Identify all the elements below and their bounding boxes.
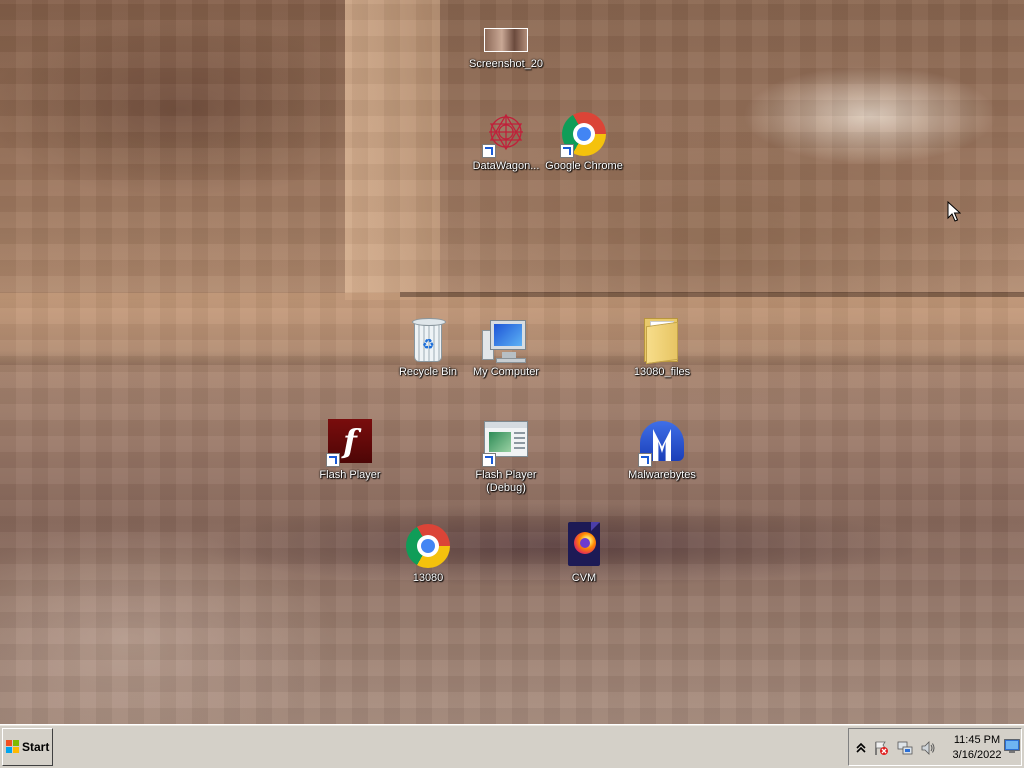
recycle-bin-icon: ♻ bbox=[404, 316, 452, 364]
image-file-icon bbox=[482, 22, 530, 56]
firefox-document-icon bbox=[560, 522, 608, 570]
desktop-icon-label: 13080_files bbox=[633, 366, 691, 378]
desktop-icon-label: Recycle Bin bbox=[398, 366, 458, 378]
volume-icon[interactable] bbox=[920, 740, 936, 756]
desktop[interactable]: Screenshot_20 DataWagon... Google Chrome… bbox=[0, 0, 1024, 724]
network-icon[interactable] bbox=[897, 740, 913, 756]
clock-date: 3/16/2022 bbox=[952, 749, 1002, 761]
desktop-icon-13080[interactable]: 13080 bbox=[385, 522, 471, 585]
computer-icon bbox=[482, 316, 530, 364]
desktop-icon-datawagon[interactable]: DataWagon... bbox=[463, 110, 549, 173]
desktop-icon-flash-player-debug[interactable]: Flash Player (Debug) bbox=[463, 419, 549, 495]
desktop-icon-label: Flash Player bbox=[319, 469, 381, 481]
desktop-icon-label: My Computer bbox=[472, 366, 540, 378]
desktop-icon-cvm[interactable]: CVM bbox=[541, 522, 627, 585]
datawagon-icon bbox=[482, 110, 530, 158]
system-tray: 11:45 PM 3/16/2022 bbox=[848, 728, 1022, 766]
desktop-icon-label: Malwarebytes bbox=[628, 469, 696, 481]
show-hidden-icons-chevron-icon[interactable] bbox=[853, 740, 869, 756]
flash-player-icon: f bbox=[326, 419, 374, 467]
taskbar: Start 11:45 PM 3/16/2022 bbox=[0, 724, 1024, 768]
windows-logo-icon bbox=[6, 740, 20, 754]
desktop-icon-label: Screenshot_20 bbox=[469, 58, 543, 70]
desktop-icon-malwarebytes[interactable]: Malwarebytes bbox=[619, 419, 705, 482]
desktop-icon-label: 13080 bbox=[412, 572, 444, 584]
malwarebytes-icon bbox=[638, 419, 686, 467]
desktop-icon-label: Flash Player (Debug) bbox=[475, 469, 537, 494]
desktop-icon-flash-player[interactable]: f Flash Player bbox=[307, 419, 393, 482]
desktop-icon-label: DataWagon... bbox=[472, 160, 540, 172]
clock-time: 11:45 PM bbox=[953, 734, 1001, 746]
desktop-icon-screenshot[interactable]: Screenshot_20 bbox=[463, 22, 549, 71]
shortcut-arrow-icon bbox=[326, 453, 340, 467]
application-window-icon bbox=[482, 419, 530, 467]
start-label: Start bbox=[22, 740, 50, 754]
shortcut-arrow-icon bbox=[560, 144, 574, 158]
mouse-cursor-icon bbox=[947, 201, 961, 222]
desktop-icon-label: CVM bbox=[571, 572, 597, 584]
show-desktop-icon[interactable] bbox=[1004, 739, 1020, 753]
desktop-icon-google-chrome[interactable]: Google Chrome bbox=[541, 110, 627, 173]
folder-icon bbox=[638, 316, 686, 365]
shortcut-arrow-icon bbox=[482, 453, 496, 467]
desktop-icon-my-computer[interactable]: My Computer bbox=[463, 316, 549, 379]
desktop-icon-label: Google Chrome bbox=[545, 160, 623, 172]
clock[interactable]: 11:45 PM 3/16/2022 bbox=[942, 733, 1012, 763]
shortcut-arrow-icon bbox=[638, 453, 652, 467]
desktop-icon-recycle-bin[interactable]: ♻ Recycle Bin bbox=[385, 316, 471, 379]
shortcut-arrow-icon bbox=[482, 144, 496, 158]
start-button[interactable]: Start bbox=[2, 728, 53, 766]
chrome-document-icon bbox=[404, 522, 452, 570]
chrome-icon bbox=[560, 110, 608, 158]
action-center-flag-icon[interactable] bbox=[873, 740, 889, 756]
desktop-icon-13080-files[interactable]: 13080_files bbox=[619, 316, 705, 379]
